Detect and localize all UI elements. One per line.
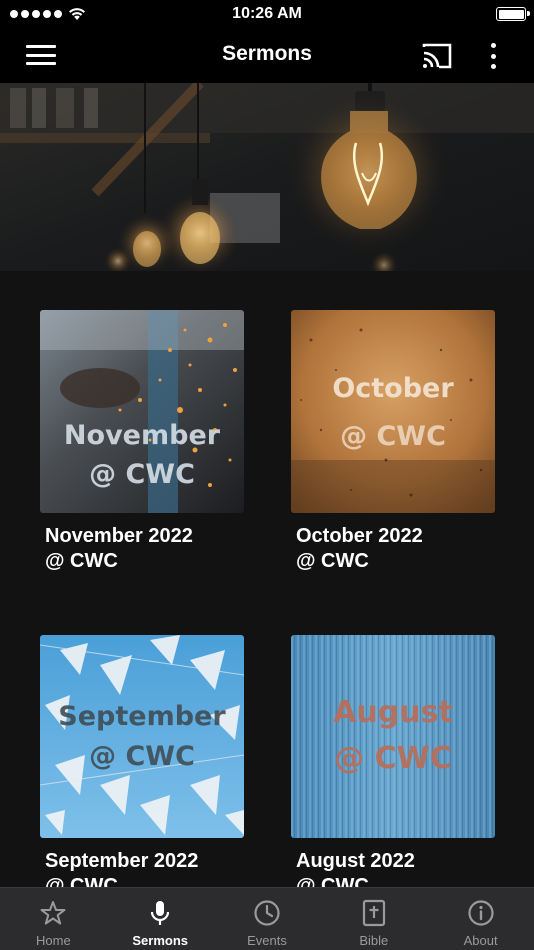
microphone-icon (151, 901, 170, 925)
bible-icon (362, 899, 385, 927)
sermon-thumbnail: September @ CWC (40, 635, 244, 838)
tab-label: Bible (359, 933, 389, 948)
tab-label: Sermons (132, 933, 188, 948)
tab-label: About (463, 933, 498, 948)
thumbnail-title-line2: @ CWC (334, 741, 452, 776)
status-bar: 10:26 AM (0, 0, 534, 28)
thumbnail-title-line2: @ CWC (340, 421, 446, 452)
cast-icon[interactable] (420, 41, 454, 71)
sermon-grid: November @ CWC November 2022 @ CWC Octob… (0, 271, 534, 887)
tab-about[interactable]: About (427, 888, 534, 950)
sermon-thumbnail: October @ CWC (291, 310, 495, 513)
sermon-title: October 2022 @ CWC (296, 525, 423, 572)
more-vertical-icon (490, 43, 496, 48)
more-options-button[interactable] (484, 41, 502, 71)
app-bar: Sermons (0, 28, 534, 83)
sermon-thumbnail: November @ CWC (40, 310, 244, 513)
sermon-title: August 2022 @ CWC (296, 850, 415, 887)
sermon-thumbnail: August @ CWC (291, 635, 495, 838)
tab-label: Events (247, 933, 287, 948)
tab-home[interactable]: Home (0, 888, 107, 950)
thumbnail-title-line1: November (63, 420, 221, 451)
thumbnail-title-line2: @ CWC (89, 459, 195, 490)
bottom-tab-bar: Home Sermons Events Bible About (0, 887, 534, 950)
tab-bible[interactable]: Bible (320, 888, 427, 950)
tab-sermons[interactable]: Sermons (107, 888, 214, 950)
clock-icon (254, 900, 280, 926)
tab-events[interactable]: Events (214, 888, 321, 950)
hero-banner-image (0, 83, 534, 271)
thumbnail-title-line1: October (332, 373, 454, 404)
thumbnail-title-line1: August (333, 695, 453, 730)
sermon-title: September 2022 @ CWC (45, 850, 199, 887)
tab-label: Home (36, 933, 71, 948)
thumbnail-title-line1: September (58, 701, 226, 732)
thumbnail-title-line2: @ CWC (89, 741, 195, 772)
status-time: 10:26 AM (232, 5, 302, 22)
star-icon (40, 901, 66, 925)
sermon-title: November 2022 @ CWC (45, 525, 193, 572)
info-icon (467, 900, 494, 926)
battery-icon (496, 7, 530, 21)
